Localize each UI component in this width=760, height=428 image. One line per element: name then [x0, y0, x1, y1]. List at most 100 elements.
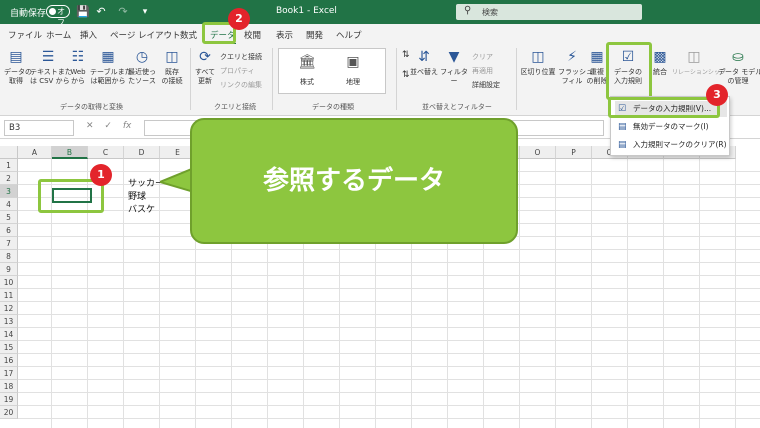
menu-item-clear-circles[interactable]: ▤ 入力規則マークのクリア(R)	[615, 137, 727, 153]
geography-button[interactable]: ▣ 地理	[331, 53, 375, 87]
gridline	[591, 159, 592, 428]
row-header-16[interactable]: 16	[0, 354, 18, 367]
tab-page-layout[interactable]: ページ レイアウト	[110, 29, 181, 41]
get-data-button[interactable]: ▤ データの 取得	[4, 48, 32, 86]
database-icon: ▤	[9, 49, 23, 65]
properties-button[interactable]: プロパティ	[220, 66, 255, 76]
gridline	[159, 159, 160, 428]
sort-icon: ⇵	[418, 49, 430, 65]
refresh-all-button[interactable]: ⟳ すべて 更新	[194, 48, 216, 86]
row-header-18[interactable]: 18	[0, 380, 18, 393]
column-header-a[interactable]: A	[18, 146, 52, 159]
insert-function-icon[interactable]: fx	[123, 121, 132, 131]
advanced-filter-button[interactable]: 詳細設定	[472, 80, 500, 90]
redo-icon[interactable]: ↷	[116, 5, 130, 19]
toggle-knob	[49, 8, 56, 15]
from-table-button[interactable]: ▦ テーブルまた は範囲から	[90, 48, 132, 86]
existing-connections-button[interactable]: ◫ 既存 の接続	[160, 48, 184, 86]
gridline	[18, 327, 760, 328]
column-header-c[interactable]: C	[88, 146, 124, 159]
sort-za-icon[interactable]: ⇅	[402, 70, 410, 80]
enter-icon[interactable]: ✓	[104, 121, 112, 131]
reapply-button[interactable]: 再適用	[472, 66, 493, 76]
tab-home[interactable]: ホーム	[46, 29, 71, 41]
row-header-14[interactable]: 14	[0, 328, 18, 341]
cancel-icon[interactable]: ✕	[86, 121, 94, 131]
stocks-button[interactable]: 🏛 株式	[285, 53, 329, 87]
column-header-p[interactable]: P	[556, 146, 592, 159]
customize-qat-icon[interactable]: ▾	[138, 5, 152, 19]
connection-icon: ◫	[165, 49, 179, 65]
tab-developer[interactable]: 開発	[306, 29, 323, 41]
gridline	[18, 418, 760, 419]
title-bar: 自動保存 オフ 💾 ↶ ↷ ▾ Book1 - Excel ⚲ 検索	[0, 0, 760, 27]
row-header-2[interactable]: 2	[0, 172, 18, 185]
consolidate-button[interactable]: ▩ 統合	[650, 48, 670, 77]
row-header-8[interactable]: 8	[0, 250, 18, 263]
tab-view[interactable]: 表示	[276, 29, 293, 41]
refresh-icon: ⟳	[199, 49, 211, 65]
row-header-15[interactable]: 15	[0, 341, 18, 354]
gridline	[519, 159, 520, 428]
tab-review[interactable]: 校閲	[244, 29, 261, 41]
sort-az-icon[interactable]: ⇅	[402, 50, 410, 60]
recent-sources-button[interactable]: ◷ 最近使っ たソース	[128, 48, 156, 86]
row-header-5[interactable]: 5	[0, 211, 18, 224]
remove-duplicates-button[interactable]: ▦ 重複 の削除	[586, 48, 608, 86]
cell-d3[interactable]: 野球	[128, 189, 146, 202]
row-header-4[interactable]: 4	[0, 198, 18, 211]
tab-help[interactable]: ヘルプ	[336, 29, 362, 41]
column-header-d[interactable]: D	[124, 146, 160, 159]
save-icon[interactable]: 💾	[76, 5, 90, 19]
table-icon: ▦	[101, 49, 115, 65]
row-header-11[interactable]: 11	[0, 289, 18, 302]
row-header-19[interactable]: 19	[0, 393, 18, 406]
row-header-6[interactable]: 6	[0, 224, 18, 237]
filter-button[interactable]: ▼ フィルター	[440, 48, 468, 86]
name-box[interactable]: B3	[4, 120, 74, 136]
row-header-12[interactable]: 12	[0, 302, 18, 315]
gridline	[699, 159, 700, 428]
search-input[interactable]: ⚲ 検索	[456, 4, 642, 20]
row-header-17[interactable]: 17	[0, 367, 18, 380]
from-web-button[interactable]: ☷ Web から	[68, 48, 88, 86]
tab-file[interactable]: ファイル	[8, 29, 42, 41]
row-header-9[interactable]: 9	[0, 263, 18, 276]
menu-item-highlight	[608, 97, 720, 118]
search-icon: ⚲	[464, 5, 472, 16]
menu-item-circle-invalid[interactable]: ▤ 無効データのマーク(I)	[615, 119, 727, 135]
row-header-7[interactable]: 7	[0, 237, 18, 250]
autosave-toggle[interactable]: オフ	[46, 5, 70, 27]
cell-d4[interactable]: バスケ	[128, 202, 155, 215]
clock-icon: ◷	[135, 49, 149, 65]
gridline	[18, 262, 760, 263]
text-to-columns-icon: ◫	[531, 49, 545, 65]
row-header-20[interactable]: 20	[0, 406, 18, 419]
relationships-button[interactable]: ◫ リレーションシップ	[672, 48, 726, 77]
manage-data-model-button[interactable]: ⛀ データ モデル の管理	[718, 48, 760, 86]
edit-links-button[interactable]: リンクの編集	[220, 80, 262, 90]
map-icon: ▣	[346, 54, 360, 70]
tab-insert[interactable]: 挿入	[80, 29, 97, 41]
text-to-columns-button[interactable]: ◫ 区切り位置	[520, 48, 556, 77]
flash-fill-button[interactable]: ⚡ フラッシュ フィル	[558, 48, 593, 86]
column-header-o[interactable]: O	[520, 146, 556, 159]
gridline	[18, 340, 760, 341]
select-all-corner[interactable]	[0, 146, 18, 159]
data-validation-highlight	[606, 42, 652, 100]
row-header-13[interactable]: 13	[0, 315, 18, 328]
group-divider	[516, 48, 517, 110]
tab-formulas[interactable]: 数式	[180, 29, 197, 41]
row-header-10[interactable]: 10	[0, 276, 18, 289]
clear-filter-button[interactable]: クリア	[472, 52, 493, 62]
sort-button[interactable]: ⇵ 並べ替え	[410, 48, 438, 77]
undo-icon[interactable]: ↶	[94, 5, 108, 19]
text-file-icon: ☰	[41, 49, 55, 65]
from-text-csv-button[interactable]: ☰ テキストまた は CSV から	[30, 48, 72, 86]
bank-icon: 🏛	[298, 54, 316, 70]
column-header-b[interactable]: B	[52, 146, 88, 159]
row-header-1[interactable]: 1	[0, 159, 18, 172]
cell-d2[interactable]: サッカー	[128, 176, 164, 189]
queries-connections-button[interactable]: クエリと接続	[220, 52, 262, 62]
row-header-3[interactable]: 3	[0, 185, 18, 198]
